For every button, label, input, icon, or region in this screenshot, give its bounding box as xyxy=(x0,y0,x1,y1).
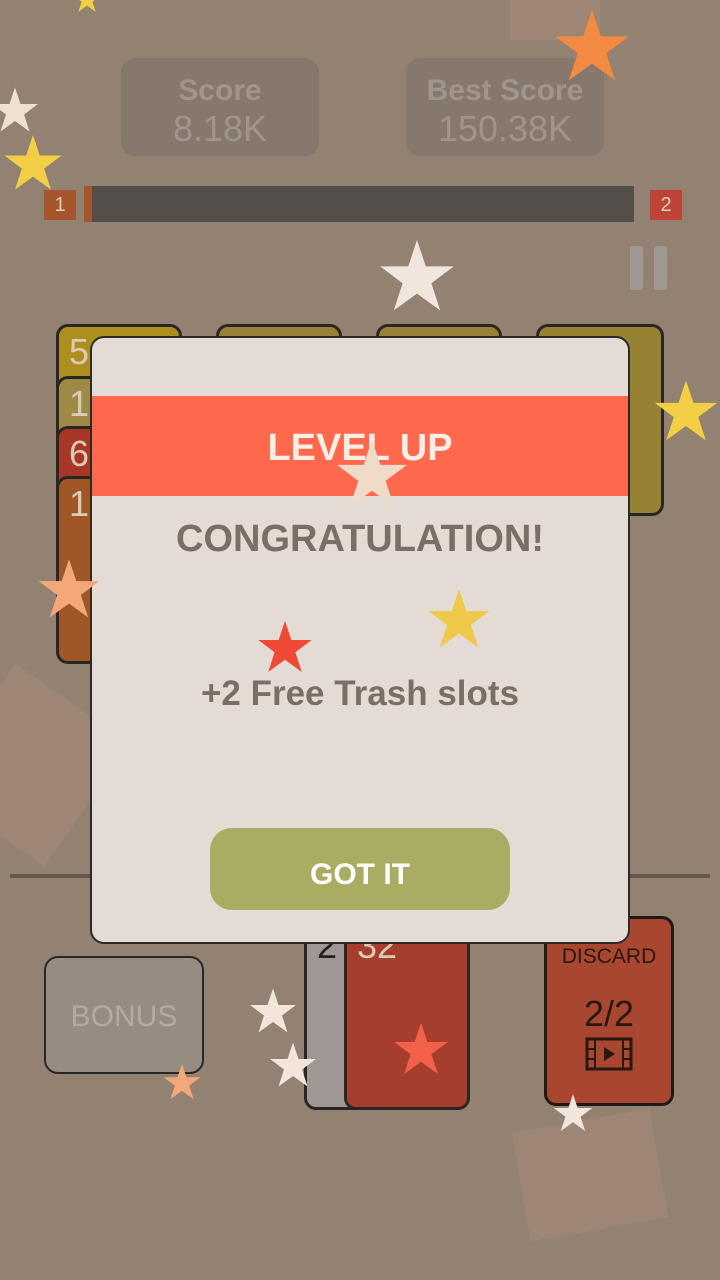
level-up-dialog: LEVEL UP CONGRATULATION! +2 Free Trash s… xyxy=(90,336,630,944)
confetti-star-icon xyxy=(0,87,38,132)
confetti-star-icon xyxy=(428,589,490,648)
confetti-star-icon xyxy=(394,1022,448,1074)
confetti-star-icon xyxy=(270,1042,316,1087)
got-it-button[interactable]: GOT IT xyxy=(210,828,510,910)
confetti-star-icon xyxy=(380,240,454,311)
confetti-star-icon xyxy=(258,620,312,672)
confetti-star-icon xyxy=(337,439,407,507)
dialog-heading: CONGRATULATION! xyxy=(176,518,544,560)
confetti-star-icon xyxy=(163,1064,201,1100)
confetti-star-icon xyxy=(78,0,96,12)
confetti-star-icon xyxy=(38,559,100,618)
confetti-star-icon xyxy=(250,988,296,1033)
reward-text: +2 Free Trash slots xyxy=(200,674,520,713)
confetti-star-icon xyxy=(4,135,62,190)
confetti-star-icon xyxy=(555,10,629,81)
confetti-star-icon xyxy=(654,380,718,441)
confetti-star-icon xyxy=(553,1094,593,1132)
